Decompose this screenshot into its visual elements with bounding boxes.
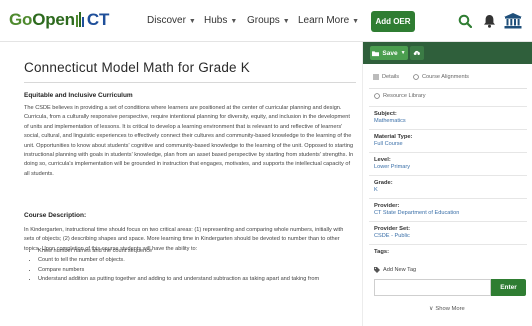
chevron-down-icon: ▼: [400, 50, 406, 56]
meta-grade-label: Grade:: [374, 180, 393, 186]
show-more-label: Show More: [435, 305, 465, 312]
resource-title: Connecticut Model Math for Grade K: [24, 60, 250, 75]
title-divider: [24, 82, 356, 83]
save-button[interactable]: Save ▼: [370, 46, 408, 60]
meta-divider: [369, 175, 527, 176]
circle-icon: [374, 93, 380, 99]
top-navbar: GoOpen CT Discover ▼ Hubs ▼ Groups ▼ Learn M…: [0, 0, 532, 42]
section-heading-course-description: Course Description:: [24, 212, 87, 219]
nav-discover-label: Discover: [147, 15, 186, 26]
download-button[interactable]: [410, 46, 424, 60]
add-tag-link[interactable]: Add New Tag: [374, 267, 416, 273]
meta-provider-label: Provider:: [374, 203, 400, 209]
meta-level-label: Level:: [374, 157, 391, 163]
tab-resource-library[interactable]: Resource Library: [374, 93, 426, 99]
chevron-down-icon: ∨: [429, 306, 434, 312]
circle-icon: [413, 74, 419, 80]
meta-divider: [369, 244, 527, 245]
nav-hubs-label: Hubs: [204, 15, 228, 26]
meta-divider: [369, 106, 527, 107]
nav-discover[interactable]: Discover ▼: [147, 15, 196, 26]
nav-hubs[interactable]: Hubs ▼: [204, 15, 237, 26]
sidebar-action-bar: Save ▼: [363, 42, 532, 64]
tab-details[interactable]: Details: [373, 74, 399, 80]
section-heading-equity: Equitable and Inclusive Curriculum: [24, 92, 133, 99]
meta-provider-value[interactable]: CT State Department of Education: [374, 210, 459, 216]
meta-material-type-value[interactable]: Full Course: [374, 141, 403, 147]
list-item: Compare numbers: [38, 266, 354, 275]
tab-resource-library-label: Resource Library: [383, 93, 426, 99]
learning-outcomes-list: Know number names and the count sequence…: [32, 247, 354, 285]
tag-icon: [374, 267, 380, 273]
institution-icon[interactable]: [503, 11, 523, 31]
tab-details-label: Details: [382, 74, 400, 80]
meta-grade-value[interactable]: K: [374, 187, 378, 193]
meta-subject-value[interactable]: Mathematics: [374, 118, 406, 124]
meta-level-value[interactable]: Lower Primary: [374, 164, 410, 170]
chevron-down-icon: ▼: [282, 18, 290, 25]
meta-divider: [369, 198, 527, 199]
enter-tag-button[interactable]: Enter: [491, 279, 526, 296]
nav-groups[interactable]: Groups ▼: [247, 15, 290, 26]
meta-divider: [369, 129, 527, 130]
list-icon: [373, 74, 379, 80]
list-item: Know number names and the count sequence: [38, 247, 354, 256]
tabs-divider: [369, 88, 527, 89]
tag-input[interactable]: [374, 279, 491, 296]
meta-provider-set-value[interactable]: CSDE - Public: [374, 233, 410, 239]
folder-icon: [372, 50, 380, 56]
chevron-down-icon: ▼: [188, 18, 196, 25]
meta-divider: [369, 221, 527, 222]
meta-divider: [369, 152, 527, 153]
search-icon[interactable]: [455, 11, 475, 31]
meta-tags-label: Tags:: [374, 249, 390, 255]
nav-learn-more-label: Learn More: [298, 15, 350, 26]
tab-course-alignments[interactable]: Course Alignments: [413, 74, 469, 80]
goopen-ct-logo[interactable]: GoOpen CT: [9, 10, 109, 30]
add-oer-button[interactable]: Add OER: [371, 11, 415, 32]
logo-part-go: Go: [9, 10, 33, 29]
chevron-down-icon: ▼: [352, 18, 360, 25]
meta-material-type-label: Material Type:: [374, 134, 413, 140]
nav-learn-more[interactable]: Learn More ▼: [298, 15, 359, 26]
bell-icon[interactable]: [479, 11, 499, 31]
meta-subject-label: Subject:: [374, 111, 397, 117]
section-text-equity: The CSDE believes in providing a set of …: [24, 105, 354, 177]
tab-course-alignments-label: Course Alignments: [422, 74, 469, 80]
resource-main-content: Connecticut Model Math for Grade K Equit…: [0, 42, 362, 326]
sidebar-tabs: Details Course Alignments: [369, 72, 527, 86]
list-item: Understand addition as putting together …: [38, 275, 354, 284]
add-tag-label: Add New Tag: [383, 267, 417, 273]
logo-part-ct: CT: [86, 10, 110, 29]
meta-provider-set-label: Provider Set:: [374, 226, 411, 232]
nav-groups-label: Groups: [247, 15, 280, 26]
logo-part-open: Open: [32, 10, 75, 29]
chevron-down-icon: ▼: [230, 18, 238, 25]
logo-bars-icon: [75, 12, 84, 27]
resource-sidebar: Save ▼ Details Course Alignments Resourc…: [362, 42, 532, 326]
show-more-link[interactable]: ∨ Show More: [429, 305, 465, 313]
cloud-download-icon: [413, 50, 420, 57]
save-button-label: Save: [382, 49, 398, 57]
list-item: Count to tell the number of objects.: [38, 256, 354, 265]
